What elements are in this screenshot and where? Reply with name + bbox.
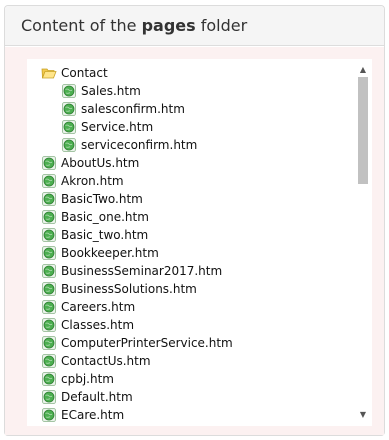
web-page-globe-icon (41, 227, 57, 243)
panel-title: Content of the pages folder (5, 6, 384, 46)
tree-item[interactable]: Classes.htm (41, 316, 341, 334)
tree-item[interactable]: Service.htm (41, 118, 341, 136)
file-tree-view[interactable]: Contact Sales.htm salesconfirm.htm Service.… (27, 59, 372, 426)
web-page-globe-icon (41, 209, 57, 225)
tree-item-label: Basic_one.htm (61, 210, 149, 224)
tree-item[interactable]: Default.htm (41, 388, 341, 406)
tree-item-label: ContactUs.htm (61, 354, 151, 368)
tree-item-label: salesconfirm.htm (81, 102, 185, 116)
tree-item-label: Classes.htm (61, 318, 135, 332)
tree-item-label: BusinessSeminar2017.htm (61, 264, 223, 278)
panel-title-folder-name: pages (141, 16, 196, 35)
scroll-up-arrow-icon[interactable]: ▲ (356, 63, 370, 77)
panel-body: Contact Sales.htm salesconfirm.htm Service.… (5, 47, 384, 435)
tree-item-label: Service.htm (81, 120, 154, 134)
tree-item[interactable]: BusinessSolutions.htm (41, 280, 341, 298)
tree-item-label: Basic_two.htm (61, 228, 149, 242)
tree-item[interactable]: ECare.htm (41, 406, 341, 424)
tree-item-label: Default.htm (61, 390, 133, 404)
file-tree: Contact Sales.htm salesconfirm.htm Service.… (41, 64, 341, 424)
web-page-globe-icon (41, 263, 57, 279)
web-page-globe-icon (61, 119, 77, 135)
tree-item[interactable]: ComputerPrinterService.htm (41, 334, 341, 352)
panel-title-suffix: folder (195, 16, 248, 35)
folder-content-panel: Content of the pages folder Contact Sales… (4, 5, 385, 436)
tree-item[interactable]: serviceconfirm.htm (41, 136, 341, 154)
tree-item[interactable]: Bookkeeper.htm (41, 244, 341, 262)
tree-item-label: Bookkeeper.htm (61, 246, 159, 260)
tree-item[interactable]: salesconfirm.htm (41, 100, 341, 118)
web-page-globe-icon (41, 299, 57, 315)
web-page-globe-icon (61, 137, 77, 153)
tree-item-label: Contact (61, 66, 108, 80)
web-page-globe-icon (41, 353, 57, 369)
tree-item[interactable]: BasicTwo.htm (41, 190, 341, 208)
tree-item[interactable]: AboutUs.htm (41, 154, 341, 172)
vertical-scrollbar[interactable]: ▲ ▼ (356, 59, 370, 426)
tree-item-label: cpbj.htm (61, 372, 114, 386)
tree-item[interactable]: Akron.htm (41, 172, 341, 190)
web-page-globe-icon (41, 389, 57, 405)
tree-item-label: Careers.htm (61, 300, 136, 314)
open-folder-icon (41, 65, 57, 81)
tree-item[interactable]: Contact (41, 64, 341, 82)
web-page-globe-icon (41, 335, 57, 351)
tree-item-label: AboutUs.htm (61, 156, 140, 170)
scrollbar-thumb[interactable] (358, 77, 368, 184)
web-page-globe-icon (41, 191, 57, 207)
tree-item-label: BasicTwo.htm (61, 192, 143, 206)
tree-item[interactable]: ContactUs.htm (41, 352, 341, 370)
web-page-globe-icon (41, 155, 57, 171)
tree-item[interactable]: Basic_one.htm (41, 208, 341, 226)
web-page-globe-icon (41, 173, 57, 189)
tree-item-label: BusinessSolutions.htm (61, 282, 197, 296)
web-page-globe-icon (41, 371, 57, 387)
web-page-globe-icon (61, 83, 77, 99)
web-page-globe-icon (61, 101, 77, 117)
web-page-globe-icon (41, 407, 57, 423)
panel-title-prefix: Content of the (21, 16, 142, 35)
tree-item[interactable]: Careers.htm (41, 298, 341, 316)
tree-item[interactable]: Basic_two.htm (41, 226, 341, 244)
tree-item-label: serviceconfirm.htm (81, 138, 198, 152)
tree-item[interactable]: Sales.htm (41, 82, 341, 100)
web-page-globe-icon (41, 245, 57, 261)
tree-item[interactable]: BusinessSeminar2017.htm (41, 262, 341, 280)
web-page-globe-icon (41, 317, 57, 333)
scroll-down-arrow-icon[interactable]: ▼ (356, 408, 370, 422)
web-page-globe-icon (41, 281, 57, 297)
tree-item-label: ECare.htm (61, 408, 125, 422)
tree-item[interactable]: cpbj.htm (41, 370, 341, 388)
tree-item-label: ComputerPrinterService.htm (61, 336, 233, 350)
tree-item-label: Sales.htm (81, 84, 141, 98)
tree-item-label: Akron.htm (61, 174, 124, 188)
